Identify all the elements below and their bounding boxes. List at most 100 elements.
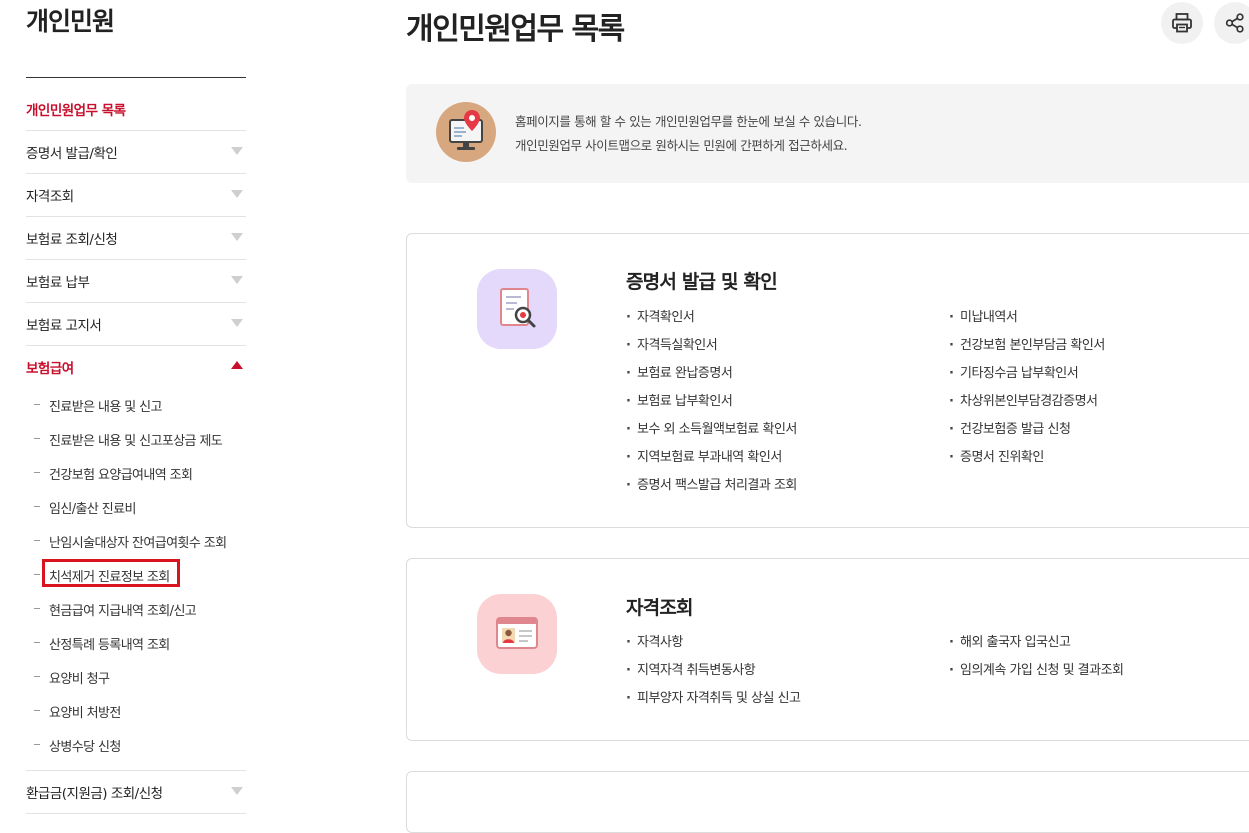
submenu-item-care-cost-prescription[interactable]: 요양비 처방전 [26, 694, 246, 728]
dash-bullet [34, 472, 40, 473]
link-premium-payment-confirm[interactable]: 보험료 납부확인서 [626, 388, 797, 416]
link-dependent-report[interactable]: 피부양자 자격취득 및 상실 신고 [626, 685, 801, 713]
section-title: 자격조회 [626, 597, 694, 619]
section-links-left: 자격확인서 자격득실확인서 보험료 완납증명서 보험료 납부확인서 보수 외 소… [626, 304, 797, 500]
sidebar-item-label: 보험급여 [26, 361, 74, 377]
submenu-item-infertility-count[interactable]: 난임시술대상자 잔여급여횟수 조회 [26, 524, 246, 558]
submenu-item-label: 현금급여 지급내역 조회/신고 [49, 603, 197, 619]
monitor-location-icon [436, 102, 496, 162]
submenu-item-label: 산정특례 등록내역 조회 [49, 637, 170, 653]
dash-bullet [34, 744, 40, 745]
link-local-qualification-change[interactable]: 지역자격 취득변동사항 [626, 657, 801, 685]
sidebar-item-certificates[interactable]: 증명서 발급/확인 [26, 131, 246, 174]
dash-bullet [34, 574, 40, 575]
chevron-down-icon [231, 276, 243, 284]
section-links-right: 미납내역서 건강보험 본인부담금 확인서 기타징수금 납부확인서 차상위본인부담… [949, 304, 1105, 472]
sidebar-item-label: 환급금(지원금) 조회/신청 [26, 786, 163, 802]
dash-bullet [34, 540, 40, 541]
highlight-box [42, 559, 180, 587]
chevron-down-icon [231, 233, 243, 241]
submenu-item-label: 요양비 처방전 [49, 705, 121, 721]
sidebar-item-label: 보험료 고지서 [26, 318, 102, 334]
sidebar-item-insurance-benefits[interactable]: 보험급여 [26, 346, 246, 388]
sidebar-item-label: 증명서 발급/확인 [26, 146, 118, 162]
chevron-up-icon [231, 361, 243, 369]
sidebar-item-label: 보험료 납부 [26, 275, 90, 291]
link-qualification-details[interactable]: 자격사항 [626, 629, 801, 657]
sidebar-item-refund[interactable]: 환급금(지원금) 조회/신청 [26, 771, 246, 814]
sidebar-item-label: 자격조회 [26, 189, 74, 205]
section-qualification: 자격조회 자격사항 지역자격 취득변동사항 피부양자 자격취득 및 상실 신고 … [406, 558, 1249, 741]
print-button[interactable] [1161, 2, 1203, 44]
link-voluntary-continuation[interactable]: 임의계속 가입 신청 및 결과조회 [949, 657, 1124, 685]
section-links-right: 해외 출국자 입국신고 임의계속 가입 신청 및 결과조회 [949, 629, 1124, 685]
section-certificates: 증명서 발급 및 확인 자격확인서 자격득실확인서 보험료 완납증명서 보험료 … [406, 233, 1249, 528]
dash-bullet [34, 404, 40, 405]
sidebar-item-premium-payment[interactable]: 보험료 납부 [26, 260, 246, 303]
dash-bullet [34, 438, 40, 439]
link-extra-income-premium[interactable]: 보수 외 소득월액보험료 확인서 [626, 416, 797, 444]
submenu-item-label: 임신/출산 진료비 [49, 501, 136, 517]
dash-bullet [34, 676, 40, 677]
link-insurance-card[interactable]: 건강보험증 발급 신청 [949, 416, 1105, 444]
submenu-item-pregnancy-cost[interactable]: 임신/출산 진료비 [26, 490, 246, 524]
link-other-collection[interactable]: 기타징수금 납부확인서 [949, 360, 1105, 388]
submenu-item-label: 난임시술대상자 잔여급여횟수 조회 [49, 535, 227, 551]
share-button[interactable] [1214, 2, 1249, 44]
submenu-item-report-reward[interactable]: 진료받은 내용 및 신고포상금 제도 [26, 422, 246, 456]
sidebar-title: 개인민원 [26, 7, 115, 36]
sidebar-item-qualification[interactable]: 자격조회 [26, 174, 246, 217]
chevron-down-icon [231, 319, 243, 327]
chevron-down-icon [231, 147, 243, 155]
info-banner: 홈페이지를 통해 할 수 있는 개인민원업무를 한눈에 보실 수 있습니다. 개… [406, 84, 1249, 183]
chevron-down-icon [231, 787, 243, 795]
link-local-premium-history[interactable]: 지역보험료 부과내역 확인서 [626, 444, 797, 472]
share-icon [1225, 13, 1244, 33]
dash-bullet [34, 506, 40, 507]
link-copayment-confirm[interactable]: 건강보험 본인부담금 확인서 [949, 332, 1105, 360]
chevron-down-icon [231, 190, 243, 198]
link-unpaid-details[interactable]: 미납내역서 [949, 304, 1105, 332]
sidebar-divider [26, 77, 246, 78]
link-near-poverty-cert[interactable]: 차상위본인부담경감증명서 [949, 388, 1105, 416]
page-title: 개인민원업무 목록 [406, 12, 625, 47]
section-title: 증명서 발급 및 확인 [626, 271, 778, 293]
submenu-item-care-benefit-history[interactable]: 건강보험 요양급여내역 조회 [26, 456, 246, 490]
submenu-item-label: 요양비 청구 [49, 671, 110, 687]
sidebar-item-premium-notice[interactable]: 보험료 고지서 [26, 303, 246, 346]
dash-bullet [34, 608, 40, 609]
sidebar-item-civil-list[interactable]: 개인민원업무 목록 [26, 88, 246, 131]
submenu-item-label: 건강보험 요양급여내역 조회 [49, 467, 193, 483]
sidebar-item-label: 개인민원업무 목록 [26, 103, 126, 119]
id-card-icon [477, 594, 557, 674]
printer-icon [1172, 13, 1192, 33]
dash-bullet [34, 710, 40, 711]
document-magnifier-icon [477, 269, 557, 349]
submenu-item-special-calc[interactable]: 산정특례 등록내역 조회 [26, 626, 246, 660]
submenu-item-scaling-info[interactable]: 치석제거 진료정보 조회 [26, 558, 246, 592]
submenu-item-label: 진료받은 내용 및 신고 [49, 399, 162, 415]
submenu-item-sickness-allowance[interactable]: 상병수당 신청 [26, 728, 246, 762]
info-text: 홈페이지를 통해 할 수 있는 개인민원업무를 한눈에 보실 수 있습니다. 개… [515, 110, 862, 158]
section-links-left: 자격사항 지역자격 취득변동사항 피부양자 자격취득 및 상실 신고 [626, 629, 801, 713]
submenu-item-label: 상병수당 신청 [49, 739, 121, 755]
link-qualification-certificate[interactable]: 자격확인서 [626, 304, 797, 332]
sidebar-item-premium-inquiry[interactable]: 보험료 조회/신청 [26, 217, 246, 260]
submenu-item-care-cost-claim[interactable]: 요양비 청구 [26, 660, 246, 694]
link-overseas-return-report[interactable]: 해외 출국자 입국신고 [949, 629, 1124, 657]
sidebar-item-label: 보험료 조회/신청 [26, 232, 118, 248]
sidebar-submenu: 진료받은 내용 및 신고 진료받은 내용 및 신고포상금 제도 건강보험 요양급… [26, 388, 246, 771]
sidebar-submenu-wrapper: 진료받은 내용 및 신고 진료받은 내용 및 신고포상금 제도 건강보험 요양급… [26, 388, 246, 771]
link-premium-full-payment[interactable]: 보험료 완납증명서 [626, 360, 797, 388]
info-line-2: 개인민원업무 사이트맵으로 원하시는 민원에 간편하게 접근하세요. [515, 138, 848, 153]
submenu-item-cash-benefit[interactable]: 현금급여 지급내역 조회/신고 [26, 592, 246, 626]
section-next [406, 771, 1249, 833]
info-line-1: 홈페이지를 통해 할 수 있는 개인민원업무를 한눈에 보실 수 있습니다. [515, 114, 862, 129]
link-fax-result[interactable]: 증명서 팩스발급 처리결과 조회 [626, 472, 797, 500]
link-qualification-history[interactable]: 자격득실확인서 [626, 332, 797, 360]
submenu-item-treatment-report[interactable]: 진료받은 내용 및 신고 [26, 388, 246, 422]
sidebar-menu: 개인민원업무 목록 증명서 발급/확인 자격조회 보험료 조회/신청 보험료 납… [26, 88, 246, 814]
dash-bullet [34, 642, 40, 643]
link-certificate-verify[interactable]: 증명서 진위확인 [949, 444, 1105, 472]
submenu-item-label: 진료받은 내용 및 신고포상금 제도 [49, 433, 223, 449]
